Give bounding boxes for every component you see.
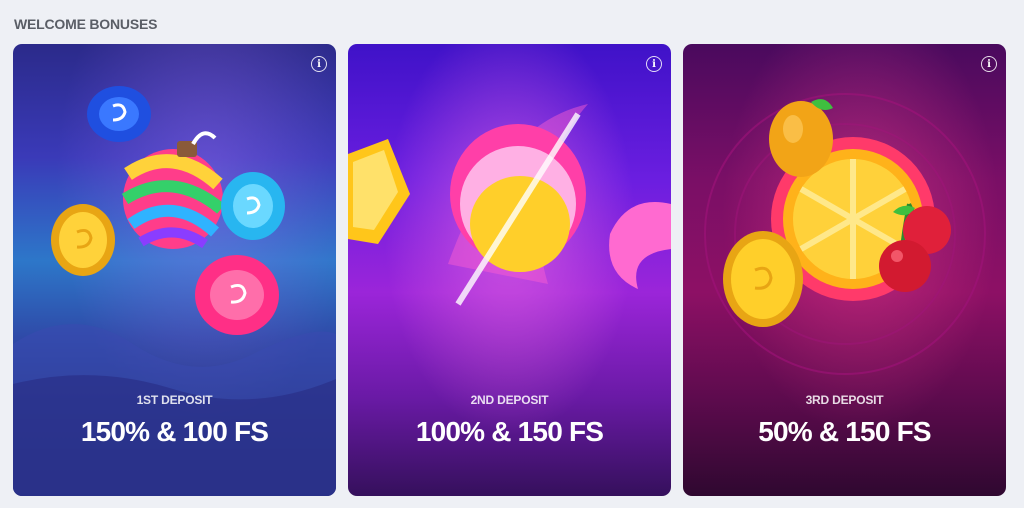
pink-jelly-icon <box>609 202 671 289</box>
info-icon[interactable]: i <box>981 56 997 72</box>
bonus-card-1st-deposit[interactable]: i 1ST DEPOSIT 150% & 100 FS <box>13 44 336 496</box>
gold-coin-icon <box>723 231 803 327</box>
info-icon[interactable]: i <box>646 56 662 72</box>
gold-candy-icon <box>348 139 410 244</box>
bonus-amount: 100% & 150 FS <box>415 416 604 447</box>
blue-chip-icon <box>87 86 151 142</box>
pink-chip-icon <box>195 255 279 335</box>
deposit-label: 3RD DEPOSIT <box>805 393 884 407</box>
bonus-card-3rd-deposit[interactable]: i 3RD DEPOSIT 50% & 150 FS <box>683 44 1006 496</box>
bomb-candy-icon <box>121 131 225 249</box>
deposit-label: 1ST DEPOSIT <box>136 393 213 407</box>
bonus-card-2nd-deposit[interactable]: i 2ND DEPOSIT 100% & 150 FS <box>348 44 671 496</box>
info-icon[interactable]: i <box>311 56 327 72</box>
bonus-cards: i 1ST DEPOSIT 150% & 100 FS i 2ND DEPOSI… <box>13 44 1006 496</box>
bonus-amount: 50% & 150 FS <box>758 416 931 447</box>
bonus-amount: 150% & 100 FS <box>80 416 269 447</box>
section-title: WELCOME BONUSES <box>14 16 158 32</box>
deposit-label: 2ND DEPOSIT <box>470 393 549 407</box>
cyan-chip-icon <box>221 172 285 240</box>
gold-coin-icon <box>51 204 115 276</box>
